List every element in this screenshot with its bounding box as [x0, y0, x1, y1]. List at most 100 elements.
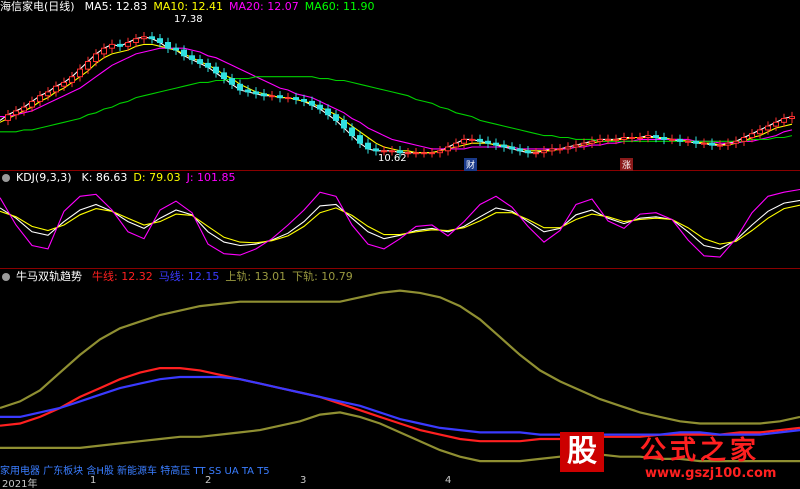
candle-body [181, 49, 187, 57]
candle-body [269, 95, 275, 98]
main-legend-entry: MA5: 12.83 [84, 0, 148, 13]
candle-body [653, 135, 659, 139]
candle-body [253, 91, 259, 95]
stock-name: 海信家电(日线) [0, 0, 75, 13]
candle-body [13, 110, 19, 116]
candle-body [677, 138, 683, 142]
candle-body [77, 68, 83, 78]
candle-body [693, 140, 699, 144]
candle-body [341, 119, 347, 129]
series-line-trend [0, 289, 800, 425]
candle-body [373, 148, 379, 152]
candle-body [101, 47, 107, 55]
badge-zhang[interactable]: 涨 [620, 158, 634, 171]
main-legend: 海信家电(日线) MA5: 12.83 MA10: 12.41 MA20: 12.0… [0, 0, 374, 14]
candle-body [53, 85, 59, 93]
candle-body [197, 59, 203, 64]
candle-body [517, 148, 523, 152]
candle-body [469, 138, 475, 141]
candle-body [613, 138, 619, 141]
kdj-legend-entry: D: 79.03 [133, 171, 181, 184]
kdj-legend: KDJ(9,3,3) K: 86.63 D: 79.03 J: 101.85 [0, 171, 236, 185]
main-legend-entry: MA60: 11.90 [304, 0, 375, 13]
candle-body [277, 95, 283, 99]
plot-svg [0, 32, 800, 463]
candle-body [765, 125, 771, 131]
candle-body [565, 146, 571, 150]
candle-body [309, 100, 315, 106]
candle-body [557, 148, 563, 151]
candle-body [477, 138, 483, 142]
candle-body [205, 62, 211, 68]
candle-body [725, 142, 731, 146]
candle-body [533, 152, 539, 155]
candle-body [789, 116, 795, 119]
candle-body [741, 137, 747, 142]
candle-body [501, 144, 507, 148]
candle-body [661, 137, 667, 140]
candle-body [189, 55, 195, 61]
x-tick-label: 2021年 [2, 479, 38, 489]
candle-body [493, 142, 499, 146]
candle-body [421, 152, 427, 155]
candle-body [69, 76, 75, 83]
trend-legend-entry: 马线: 12.15 [158, 270, 220, 283]
watermark-url: www.gszj100.com [645, 466, 777, 481]
candle-body [621, 137, 627, 140]
candle-body [125, 42, 131, 47]
candle-body [757, 129, 763, 135]
series-line-main [0, 36, 793, 154]
candle-body [349, 127, 355, 137]
footer-sectors: 家用电器 广东板块 含H股 新能源车 特高压 TT SS UA TA T5 [0, 466, 270, 477]
candle-body [709, 142, 715, 146]
candle-body [157, 38, 163, 44]
series-line-kdj [0, 199, 800, 250]
trend-bullet-icon[interactable] [2, 273, 10, 281]
candle-body [445, 146, 451, 152]
trend-legend-entry: 上轨: 13.01 [225, 270, 287, 283]
trend-legend-entry: 牛线: 12.32 [92, 270, 153, 283]
trend-legend-entry: 下轨: 10.79 [292, 270, 353, 283]
chart-root: 海信家电(日线) MA5: 12.83 MA10: 12.41 MA20: 12.0… [0, 0, 800, 489]
candle-body [437, 150, 443, 154]
candle-body [213, 66, 219, 74]
candle-body [293, 97, 299, 100]
candle-body [229, 78, 235, 85]
badge-cai[interactable]: 财 [464, 158, 478, 171]
main-legend-entry: MA20: 12.07 [229, 0, 299, 13]
candle-body [485, 140, 491, 144]
candle-body [141, 36, 147, 40]
candle-body [717, 144, 723, 147]
x-tick-label: 1 [90, 475, 97, 486]
candle-body [749, 133, 755, 138]
candle-body [509, 146, 515, 150]
candle-body [429, 152, 435, 155]
candle-body [221, 72, 227, 80]
candle-body [261, 93, 267, 97]
watermark-text: 公式之家 [640, 436, 761, 466]
candle-body [29, 100, 35, 108]
low-price-label: 10.62 [378, 153, 407, 164]
candle-body [549, 148, 555, 152]
candle-body [461, 138, 467, 144]
candle-body [109, 43, 115, 49]
panel-divider-2 [0, 268, 800, 269]
candle-body [5, 114, 11, 121]
kdj-legend-entry: J: 101.85 [186, 171, 236, 184]
kdj-bullet-icon[interactable] [2, 174, 10, 182]
candle-body [541, 150, 547, 154]
kdj-name: KDJ(9,3,3) [16, 171, 72, 184]
candle-body [381, 150, 387, 153]
candle-body [149, 36, 155, 40]
main-legend-items: MA5: 12.83 MA10: 12.41 MA20: 12.07 MA60: 11… [79, 0, 375, 14]
candle-body [525, 150, 531, 154]
candle-body [781, 118, 787, 123]
candle-body [93, 53, 99, 63]
x-tick-label: 3 [300, 475, 307, 486]
series-line-trend [0, 375, 800, 436]
candle-body [285, 97, 291, 100]
candle-body [45, 91, 51, 97]
candle-body [61, 81, 67, 87]
candle-body [733, 140, 739, 144]
high-price-label: 17.38 [174, 14, 203, 25]
